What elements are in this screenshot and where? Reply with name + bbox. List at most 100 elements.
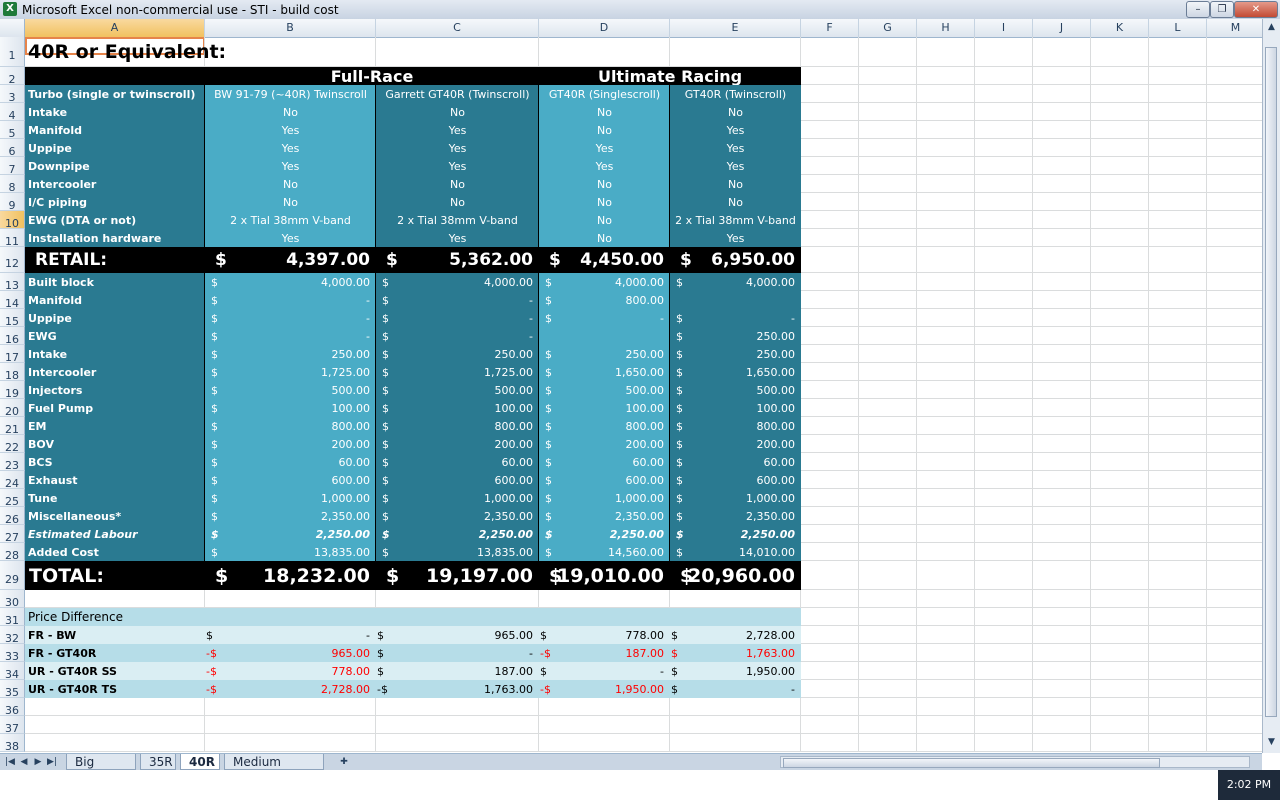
cost-value[interactable]: 250.00 xyxy=(539,345,670,363)
column-header[interactable]: E xyxy=(670,19,801,37)
cost-value[interactable]: 500.00 xyxy=(376,381,539,399)
cost-value[interactable]: 1,000.00 xyxy=(376,489,539,507)
cost-value[interactable]: 600.00 xyxy=(670,471,801,489)
cost-value[interactable]: 13,835.00 xyxy=(376,543,539,561)
row-header[interactable]: 38 xyxy=(0,734,25,753)
spec-value[interactable]: 2 x Tial 38mm V-band xyxy=(670,211,801,229)
row-header[interactable]: 12 xyxy=(0,247,25,273)
row-header[interactable]: 5 xyxy=(0,121,25,140)
row-header[interactable]: 27 xyxy=(0,525,25,544)
cost-label[interactable]: EWG xyxy=(25,327,205,345)
diff-value[interactable]: 2,728.00 xyxy=(205,680,376,698)
retail-value[interactable]: 6,950.00 xyxy=(670,247,801,273)
cost-value[interactable]: 200.00 xyxy=(670,435,801,453)
diff-value[interactable]: 965.00 xyxy=(205,644,376,662)
spec-value[interactable]: No xyxy=(539,103,670,121)
total-label[interactable]: TOTAL: xyxy=(25,561,205,590)
cost-value[interactable]: 60.00 xyxy=(376,453,539,471)
row-header[interactable]: 20 xyxy=(0,399,25,418)
cost-label[interactable]: Uppipe xyxy=(25,309,205,327)
cost-value[interactable]: 4,000.00 xyxy=(376,273,539,291)
diff-value[interactable]: 778.00 xyxy=(539,626,670,644)
cost-value[interactable]: 800.00 xyxy=(539,291,670,309)
row-header[interactable]: 17 xyxy=(0,345,25,364)
spec-value[interactable]: Yes xyxy=(670,229,801,247)
cost-value[interactable]: 250.00 xyxy=(376,345,539,363)
spec-value[interactable]: No xyxy=(205,175,376,193)
column-header[interactable]: J xyxy=(1033,19,1091,37)
cost-value[interactable]: 250.00 xyxy=(670,327,801,345)
spec-label[interactable]: EWG (DTA or not) xyxy=(25,211,205,229)
row-header[interactable]: 14 xyxy=(0,291,25,310)
cost-value[interactable] xyxy=(539,327,670,345)
spec-value[interactable]: Yes xyxy=(539,157,670,175)
retail-value[interactable]: 4,397.00 xyxy=(205,247,376,273)
row-header[interactable]: 4 xyxy=(0,103,25,122)
row-header[interactable]: 35 xyxy=(0,680,25,699)
row-header[interactable]: 30 xyxy=(0,590,25,609)
row-header[interactable]: 22 xyxy=(0,435,25,454)
cost-value[interactable]: 1,650.00 xyxy=(670,363,801,381)
cost-value[interactable]: 2,350.00 xyxy=(539,507,670,525)
diff-label[interactable]: FR - GT40R xyxy=(25,644,205,662)
cost-value[interactable]: 1,000.00 xyxy=(670,489,801,507)
row-header[interactable]: 33 xyxy=(0,644,25,663)
cost-label[interactable]: BCS xyxy=(25,453,205,471)
spec-value[interactable]: Yes xyxy=(205,157,376,175)
diff-value[interactable]: 778.00 xyxy=(205,662,376,680)
cost-value[interactable]: - xyxy=(670,309,801,327)
cost-value[interactable]: 600.00 xyxy=(205,471,376,489)
cost-value[interactable]: 600.00 xyxy=(376,471,539,489)
spec-value[interactable]: 2 x Tial 38mm V-band xyxy=(205,211,376,229)
spec-value[interactable]: Yes xyxy=(670,157,801,175)
cost-value[interactable]: 250.00 xyxy=(670,345,801,363)
row-header[interactable]: 23 xyxy=(0,453,25,472)
cost-value[interactable]: 1,000.00 xyxy=(539,489,670,507)
scroll-up-icon[interactable]: ▲ xyxy=(1266,22,1277,33)
row-header[interactable]: 37 xyxy=(0,716,25,735)
spec-label[interactable]: Intercooler xyxy=(25,175,205,193)
spec-value[interactable]: No xyxy=(376,175,539,193)
column-header[interactable]: G xyxy=(859,19,917,37)
cost-value[interactable]: 500.00 xyxy=(539,381,670,399)
row-header[interactable]: 29 xyxy=(0,561,25,590)
turbo-header-label[interactable]: Turbo (single or twinscroll) xyxy=(25,85,205,103)
diff-label[interactable]: UR - GT40R TS xyxy=(25,680,205,698)
spec-value[interactable]: Yes xyxy=(205,229,376,247)
spec-label[interactable]: Manifold xyxy=(25,121,205,139)
diff-value[interactable]: - xyxy=(539,662,670,680)
cost-value[interactable]: 14,010.00 xyxy=(670,543,801,561)
row-header[interactable]: 19 xyxy=(0,381,25,400)
spec-value[interactable]: No xyxy=(670,103,801,121)
row-header[interactable]: 13 xyxy=(0,273,25,292)
retail-value[interactable]: 4,450.00 xyxy=(539,247,670,273)
turbo-name[interactable]: Garrett GT40R (Twinscroll) xyxy=(376,85,539,103)
sheet-tab[interactable]: Medium Turbo xyxy=(224,754,324,785)
diff-value[interactable]: 1,950.00 xyxy=(670,662,801,680)
column-header[interactable]: A xyxy=(25,19,205,37)
row-header[interactable]: 24 xyxy=(0,471,25,490)
column-header[interactable]: B xyxy=(205,19,376,37)
spreadsheet-grid[interactable]: ABCDEFGHIJKLM 1 2 3 4 5 6 7 8 9 10 11 12 13 14 15 16 17 1… xyxy=(0,19,1262,753)
sheet-title[interactable]: 40R or Equivalent: xyxy=(25,37,425,67)
first-sheet-icon[interactable]: |◀ xyxy=(4,755,16,769)
cost-value[interactable]: 800.00 xyxy=(376,417,539,435)
row-header[interactable]: 8 xyxy=(0,175,25,194)
cost-value[interactable]: 200.00 xyxy=(205,435,376,453)
spec-value[interactable]: Yes xyxy=(670,139,801,157)
row-header[interactable]: 9 xyxy=(0,193,25,212)
spec-value[interactable]: 2 x Tial 38mm V-band xyxy=(376,211,539,229)
cost-value[interactable]: 800.00 xyxy=(539,417,670,435)
spec-label[interactable]: Installation hardware xyxy=(25,229,205,247)
total-value[interactable]: 18,232.00 xyxy=(205,561,376,590)
cost-value[interactable]: 800.00 xyxy=(670,417,801,435)
row-header[interactable]: 15 xyxy=(0,309,25,328)
cost-value[interactable]: - xyxy=(205,291,376,309)
cost-value[interactable]: - xyxy=(205,327,376,345)
last-sheet-icon[interactable]: ▶| xyxy=(46,755,58,769)
row-header[interactable]: 25 xyxy=(0,489,25,508)
group-header-full-race[interactable]: Full-Race xyxy=(205,67,539,85)
cost-value[interactable]: 100.00 xyxy=(670,399,801,417)
cost-label[interactable]: Fuel Pump xyxy=(25,399,205,417)
column-header[interactable]: M xyxy=(1207,19,1262,37)
